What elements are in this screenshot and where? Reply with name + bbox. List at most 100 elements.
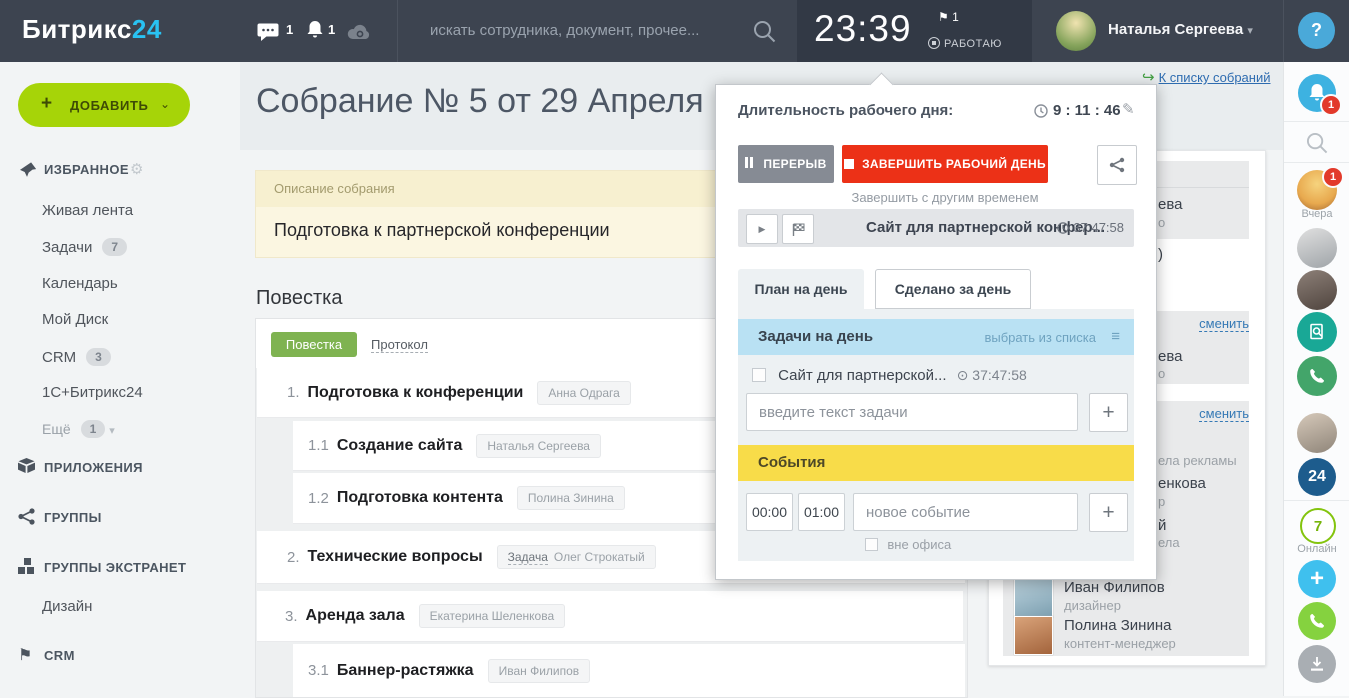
chat-icon[interactable]: [257, 23, 279, 41]
more-count-badge: 1: [81, 420, 106, 438]
groups-icon: [18, 508, 35, 525]
person-badge[interactable]: Анна Одрага: [537, 381, 630, 405]
pin-icon: [20, 162, 36, 178]
play-button[interactable]: ▶: [746, 214, 778, 244]
bell-icon[interactable]: [306, 20, 324, 40]
edit-pencil-icon[interactable]: ✎: [1122, 100, 1135, 118]
cloud-disk-icon[interactable]: [347, 24, 371, 40]
sidebar-section-crm[interactable]: CRM: [44, 648, 75, 663]
download-icon: [1308, 655, 1326, 673]
out-of-office-row: вне офиса: [738, 537, 1078, 552]
share-button[interactable]: [1097, 145, 1137, 185]
choose-from-list-link[interactable]: выбрать из списка: [984, 330, 1096, 345]
help-button[interactable]: ?: [1298, 12, 1335, 49]
call-chat-button[interactable]: [1297, 356, 1337, 396]
task-checkbox[interactable]: [752, 368, 766, 382]
tab-agenda[interactable]: Повестка: [271, 332, 357, 357]
chevron-down-icon: ▾: [109, 425, 115, 437]
finish-workday-button[interactable]: ЗАВЕРШИТЬ РАБОЧИЙ ДЕНЬ: [842, 145, 1048, 183]
change-link[interactable]: сменить: [1199, 316, 1249, 332]
phone-icon: [1308, 612, 1326, 630]
sidebar-section-favorites[interactable]: ИЗБРАННОЕ: [44, 162, 129, 177]
role-fragment: о: [1158, 215, 1165, 230]
working-day-popup: Длительность рабочего дня: 9 : 11 : 46 ✎…: [715, 84, 1157, 580]
item-title: Подготовка контента: [337, 489, 503, 507]
tab-protocol[interactable]: Протокол: [371, 337, 428, 353]
user-menu[interactable]: Наталья Сергеева ▾: [1108, 21, 1253, 38]
event-time-to-input[interactable]: [798, 493, 845, 531]
break-button[interactable]: ПЕРЕРЫВ: [738, 145, 834, 183]
event-time-from-input[interactable]: [746, 493, 793, 531]
gear-icon[interactable]: ⚙: [130, 160, 143, 178]
change-link[interactable]: сменить: [1199, 406, 1249, 422]
person-badge[interactable]: ЗадачаОлег Строкатый: [497, 545, 656, 569]
tab-done-for-day[interactable]: Сделано за день: [875, 269, 1031, 309]
sidebar-item-calendar[interactable]: Календарь: [42, 275, 118, 292]
role-fragment: ела рекламы: [1158, 453, 1237, 468]
sidebar-item-my-disk[interactable]: Мой Диск: [42, 311, 108, 328]
new-task-input[interactable]: [746, 393, 1078, 431]
item-title: Создание сайта: [337, 437, 463, 455]
role-fragment: р: [1158, 494, 1165, 509]
hamburger-icon[interactable]: ≡: [1111, 328, 1120, 345]
online-users-button[interactable]: 7: [1300, 508, 1336, 544]
avatar[interactable]: [1014, 616, 1053, 655]
role-fragment: ела: [1158, 535, 1180, 550]
sidebar-section-apps[interactable]: ПРИЛОЖЕНИЯ: [44, 460, 143, 475]
sidebar-section-extranet[interactable]: ГРУППЫ ЭКСТРАНЕТ: [44, 560, 186, 575]
recent-chat-avatar[interactable]: [1297, 228, 1337, 268]
divider: [1284, 121, 1349, 122]
tab-plan-for-day[interactable]: План на день: [738, 269, 864, 309]
app-logo[interactable]: Битрикс24: [22, 14, 162, 45]
install-app-button[interactable]: [1298, 645, 1336, 683]
task-link[interactable]: Задача: [508, 550, 548, 565]
sidebar-item-1c-bitrix24[interactable]: 1С+Битрикс24: [42, 384, 143, 401]
events-header-bar: События: [738, 445, 1134, 481]
sidebar-section-groups[interactable]: ГРУППЫ: [44, 510, 102, 525]
add-button[interactable]: + ДОБАВИТЬ ⌄: [18, 83, 190, 127]
add-event-button[interactable]: +: [1089, 493, 1128, 532]
clock-time: 23:39: [814, 8, 912, 50]
out-of-office-checkbox[interactable]: [865, 538, 878, 551]
clock-icon: [1034, 104, 1048, 118]
participant-name[interactable]: Иван Филипов: [1064, 579, 1165, 596]
sidebar-item-live-feed[interactable]: Живая лента: [42, 202, 133, 219]
back-to-meetings-link[interactable]: ↪К списку собраний: [1142, 68, 1271, 86]
role-fragment: о: [1158, 366, 1165, 381]
tasks-header-bar: Задачи на день выбрать из списка ≡: [738, 319, 1134, 355]
global-search-input[interactable]: искать сотрудника, документ, прочее...: [430, 22, 699, 39]
finish-task-flag-button[interactable]: [782, 214, 814, 244]
user-avatar[interactable]: [1056, 11, 1096, 51]
chat-bot-count-badge: 1: [1322, 166, 1344, 188]
item-number: 1.1: [308, 437, 329, 454]
stop-icon: [844, 159, 854, 169]
search-icon[interactable]: [1306, 132, 1328, 154]
new-event-input[interactable]: [853, 493, 1078, 531]
sidebar-item-tasks[interactable]: Задачи7: [42, 238, 127, 256]
bitrix24-network-button[interactable]: 24: [1298, 458, 1336, 496]
person-badge[interactable]: Наталья Сергеева: [476, 434, 601, 458]
sidebar-item-crm[interactable]: CRM3: [42, 348, 111, 366]
search-chat-button[interactable]: [1297, 312, 1337, 352]
search-icon[interactable]: [753, 20, 776, 43]
avatar[interactable]: [1014, 579, 1053, 618]
add-task-button[interactable]: +: [1089, 393, 1128, 432]
finish-other-time-link[interactable]: Завершить с другим временем: [842, 190, 1048, 205]
flag-icon: ⚑ 1: [938, 10, 959, 24]
person-badge[interactable]: Полина Зинина: [517, 486, 625, 510]
agenda-item-3[interactable]: 3. Аренда зала Екатерина Шеленкова: [257, 591, 963, 642]
sidebar-item-more[interactable]: Ещё1 ▾: [42, 420, 115, 438]
person-badge[interactable]: Екатерина Шеленкова: [419, 604, 566, 628]
sidebar-item-design[interactable]: Дизайн: [42, 598, 92, 615]
item-number: 3.: [285, 608, 298, 625]
new-chat-button[interactable]: +: [1298, 560, 1336, 598]
person-badge[interactable]: Иван Филипов: [488, 659, 591, 683]
recent-chat-avatar[interactable]: [1297, 413, 1337, 453]
call-button[interactable]: [1298, 602, 1336, 640]
share-icon: [1109, 157, 1125, 173]
agenda-item-3-1[interactable]: 3.1 Баннер-растяжка Иван Филипов: [293, 644, 965, 698]
worktime-clock-button[interactable]: 23:39 ⚑ 1 РАБОТАЮ: [797, 0, 1032, 62]
name-fragment: й: [1158, 517, 1166, 534]
participant-name[interactable]: Полина Зинина: [1064, 617, 1171, 634]
recent-chat-avatar[interactable]: [1297, 270, 1337, 310]
